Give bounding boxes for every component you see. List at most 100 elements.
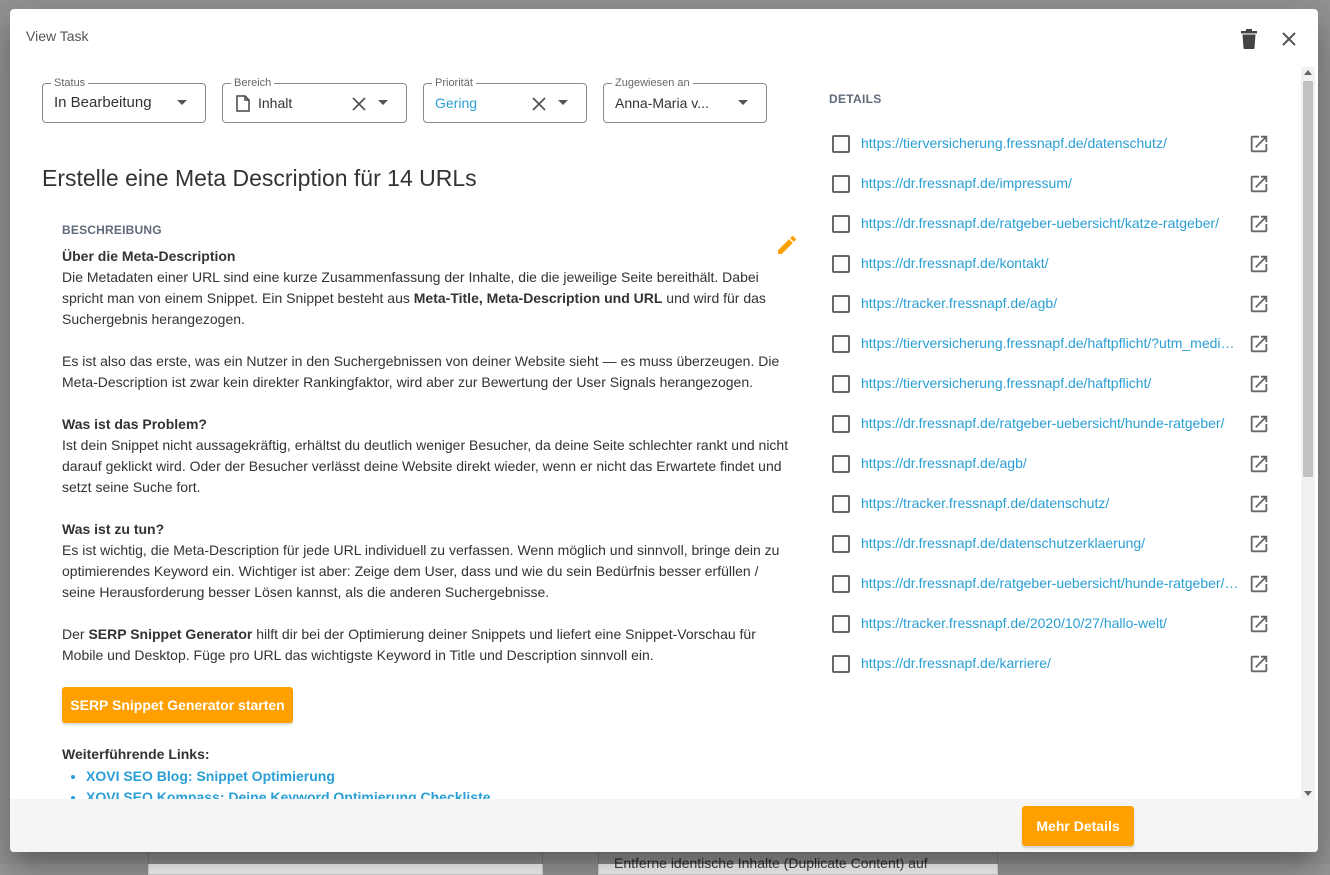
link-snippet-optimierung[interactable]: XOVI SEO Blog: Snippet Optimierung — [86, 768, 335, 784]
url-link[interactable]: https://dr.fressnapf.de/ratgeber-uebersi… — [861, 215, 1239, 231]
paragraph-text: Es ist wichtig, die Meta-Description für… — [62, 542, 780, 600]
url-checkbox[interactable] — [832, 175, 850, 193]
url-link[interactable]: https://tierversicherung.fressnapf.de/da… — [861, 135, 1239, 151]
open-in-new-icon[interactable] — [1248, 613, 1270, 635]
open-in-new-icon[interactable] — [1248, 133, 1270, 155]
url-link[interactable]: https://tracker.fressnapf.de/datenschutz… — [861, 495, 1239, 511]
more-details-button[interactable]: Mehr Details — [1022, 806, 1134, 846]
status-select[interactable]: Status In Bearbeitung — [42, 76, 206, 123]
url-checkbox[interactable] — [832, 495, 850, 513]
url-checkbox[interactable] — [832, 135, 850, 153]
paragraph-text: Ist dein Snippet nicht aussagekräftig, e… — [62, 437, 789, 495]
url-checkbox[interactable] — [832, 535, 850, 553]
url-row: https://tierversicherung.fressnapf.de/ha… — [830, 369, 1270, 399]
open-in-new-icon[interactable] — [1248, 413, 1270, 435]
document-icon — [236, 95, 250, 112]
trash-icon — [1241, 29, 1257, 49]
url-link[interactable]: https://tracker.fressnapf.de/agb/ — [861, 295, 1239, 311]
url-link[interactable]: https://dr.fressnapf.de/ratgeber-uebersi… — [861, 575, 1239, 591]
open-in-new-icon[interactable] — [1248, 493, 1270, 515]
assignee-label: Zugewiesen an — [612, 76, 693, 90]
chevron-down-icon — [378, 100, 388, 105]
paragraph-emphasis: Meta-Title, Meta-Description und URL — [413, 290, 663, 306]
url-link[interactable]: https://dr.fressnapf.de/ratgeber-uebersi… — [861, 415, 1239, 431]
view-task-dialog: View Task Status In Bearbeitung Bereich … — [10, 9, 1318, 852]
list-item: XOVI SEO Blog: Snippet Optimierung — [86, 766, 491, 787]
description-body: Über die Meta-Description Die Metadaten e… — [62, 246, 792, 687]
open-in-new-icon[interactable] — [1248, 213, 1270, 235]
dialog-footer: Mehr Details — [10, 799, 1318, 852]
url-link[interactable]: https://dr.fressnapf.de/karriere/ — [861, 655, 1239, 671]
url-checkbox[interactable] — [832, 335, 850, 353]
scroll-down-arrow[interactable] — [1304, 791, 1312, 796]
scrollbar[interactable] — [1301, 67, 1315, 799]
url-checkbox[interactable] — [832, 455, 850, 473]
open-in-new-icon[interactable] — [1248, 453, 1270, 475]
paragraph-meta-description: Über die Meta-Description Die Metadaten e… — [62, 246, 792, 330]
url-row: https://tierversicherung.fressnapf.de/da… — [830, 129, 1270, 159]
paragraph-emphasis: SERP Snippet Generator — [88, 626, 253, 642]
paragraph-title: Was ist das Problem? — [62, 416, 207, 432]
prioritaet-value: Gering — [435, 95, 478, 111]
url-link[interactable]: https://tracker.fressnapf.de/2020/10/27/… — [861, 615, 1239, 631]
url-checkbox[interactable] — [832, 215, 850, 233]
clear-prioritaet-button[interactable] — [529, 94, 549, 114]
url-row: https://tracker.fressnapf.de/agb/ — [830, 289, 1270, 319]
open-in-new-icon[interactable] — [1248, 173, 1270, 195]
url-link[interactable]: https://dr.fressnapf.de/kontakt/ — [861, 255, 1239, 271]
url-row: https://dr.fressnapf.de/karriere/ — [830, 649, 1270, 679]
open-in-new-icon[interactable] — [1248, 653, 1270, 675]
url-link[interactable]: https://dr.fressnapf.de/datenschutzerkla… — [861, 535, 1239, 551]
paragraph-todo: Was ist zu tun? Es ist wichtig, die Meta-… — [62, 519, 792, 603]
link-keyword-checkliste[interactable]: XOVI SEO Kompass: Deine Keyword Optimier… — [86, 789, 491, 799]
url-checkbox[interactable] — [832, 575, 850, 593]
url-link[interactable]: https://tierversicherung.fressnapf.de/ha… — [861, 335, 1239, 351]
url-row: https://dr.fressnapf.de/datenschutzerkla… — [830, 529, 1270, 559]
url-link[interactable]: https://dr.fressnapf.de/agb/ — [861, 455, 1239, 471]
assignee-value: Anna-Maria v... — [615, 95, 709, 111]
close-icon — [352, 97, 366, 111]
url-row: https://tracker.fressnapf.de/datenschutz… — [830, 489, 1270, 519]
prioritaet-select[interactable]: Priorität Gering — [423, 76, 587, 123]
url-checkbox[interactable] — [832, 415, 850, 433]
open-in-new-icon[interactable] — [1248, 333, 1270, 355]
paragraph-problem: Was ist das Problem? Ist dein Snippet nic… — [62, 414, 792, 498]
status-label: Status — [51, 76, 89, 90]
url-row: https://dr.fressnapf.de/ratgeber-uebersi… — [830, 209, 1270, 239]
dialog-content[interactable]: Status In Bearbeitung Bereich Inhalt Pri… — [10, 65, 1318, 799]
url-row: https://dr.fressnapf.de/ratgeber-uebersi… — [830, 409, 1270, 439]
assignee-select[interactable]: Zugewiesen an Anna-Maria v... — [603, 76, 767, 123]
scroll-up-arrow[interactable] — [1304, 70, 1312, 75]
url-link[interactable]: https://dr.fressnapf.de/impressum/ — [861, 175, 1239, 191]
url-checkbox[interactable] — [832, 255, 850, 273]
paragraph-text: Der — [62, 626, 89, 642]
paragraph-serp-generator: Der SERP Snippet Generator hilft dir bei… — [62, 624, 792, 666]
url-checkbox[interactable] — [832, 375, 850, 393]
open-in-new-icon[interactable] — [1248, 573, 1270, 595]
clear-bereich-button[interactable] — [349, 94, 369, 114]
url-row: https://dr.fressnapf.de/agb/ — [830, 449, 1270, 479]
serp-snippet-generator-button[interactable]: SERP Snippet Generator starten — [62, 687, 293, 723]
url-link[interactable]: https://tierversicherung.fressnapf.de/ha… — [861, 375, 1239, 391]
url-row: https://dr.fressnapf.de/ratgeber-uebersi… — [830, 569, 1270, 599]
dialog-title: View Task — [26, 28, 89, 44]
paragraph-title: Was ist zu tun? — [62, 521, 165, 537]
open-in-new-icon[interactable] — [1248, 293, 1270, 315]
open-in-new-icon[interactable] — [1248, 253, 1270, 275]
url-row: https://tracker.fressnapf.de/2020/10/27/… — [830, 609, 1270, 639]
delete-task-button[interactable] — [1235, 25, 1263, 53]
details-heading: DETAILS — [829, 92, 882, 106]
paragraph-title: Über die Meta-Description — [62, 248, 236, 264]
bereich-label: Bereich — [231, 76, 275, 90]
url-checkbox[interactable] — [832, 295, 850, 313]
scrollbar-thumb[interactable] — [1303, 81, 1313, 477]
close-dialog-button[interactable] — [1275, 25, 1303, 53]
url-checkbox[interactable] — [832, 655, 850, 673]
list-item: XOVI SEO Kompass: Deine Keyword Optimier… — [86, 787, 491, 799]
bereich-select[interactable]: Bereich Inhalt — [222, 76, 407, 123]
url-checkbox[interactable] — [832, 615, 850, 633]
task-title: Erstelle eine Meta Description für 14 UR… — [42, 165, 477, 191]
chevron-down-icon — [558, 100, 568, 105]
open-in-new-icon[interactable] — [1248, 373, 1270, 395]
open-in-new-icon[interactable] — [1248, 533, 1270, 555]
